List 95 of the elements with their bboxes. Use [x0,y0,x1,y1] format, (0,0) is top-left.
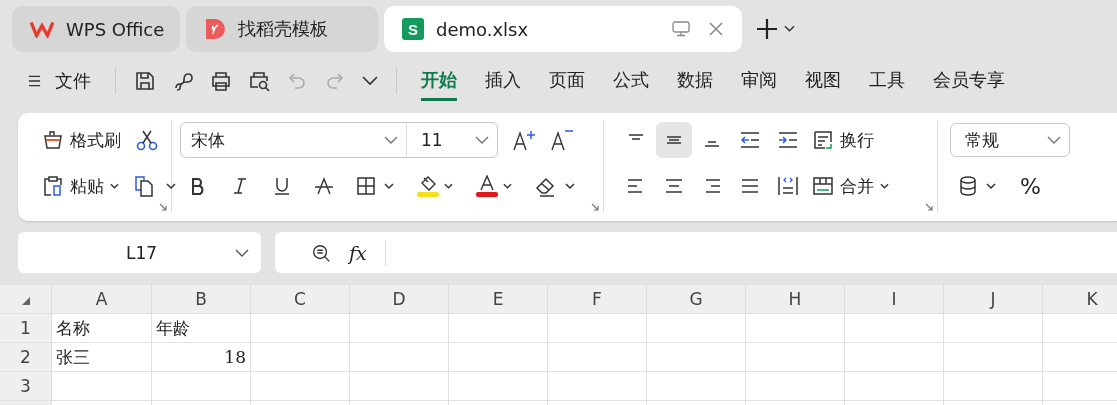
ribbon-tab[interactable]: 工具 [869,61,905,101]
align-lines-icon [705,179,721,193]
align-lines-icon [666,136,682,144]
align-lines-icon [627,179,643,193]
ribbon-tab[interactable]: 开始 [421,61,457,101]
column-header[interactable]: A [51,285,151,313]
ribbon-tab[interactable]: 公式 [613,61,649,101]
align-lines-icon [740,132,760,148]
number-format-dropdown[interactable]: 常规 [950,123,1070,157]
chevron-down-icon [235,248,249,257]
dialog-launcher-icon[interactable] [925,203,933,211]
chevron-down-icon[interactable] [784,25,795,33]
wrap-text-icon [812,129,834,151]
column-header[interactable]: H [745,285,844,313]
column-header[interactable]: D [349,285,448,313]
caret-icon [110,183,119,189]
triangle-icon[interactable] [21,297,30,305]
wrap-text-button[interactable]: 换行 [812,128,874,152]
decrease-font-size-icon[interactable] [550,129,574,151]
monitor-icon[interactable] [672,21,690,37]
app-tab[interactable]: 找稻壳模板 [186,6,378,52]
column-header[interactable]: J [943,285,1042,313]
font-name-dropdown[interactable]: 宋体 [181,123,407,157]
dialog-launcher-icon[interactable] [159,203,167,211]
row-header[interactable]: 1 [0,314,51,342]
align-lines-icon [628,134,644,140]
percent-button[interactable]: % [1020,173,1041,199]
align-lines-icon [778,132,798,148]
paint-bucket-icon [416,175,440,197]
eraser-icon[interactable] [534,175,576,197]
font-size-dropdown[interactable]: 11 [407,123,497,157]
align-lines-icon [704,141,720,147]
cell-text: 张三 [56,347,90,367]
caret-icon [444,183,453,189]
name-box[interactable]: L17 [18,232,261,273]
ribbon-tab[interactable]: 数据 [677,61,713,101]
chevron-down-icon [1047,136,1061,144]
underline-icon[interactable] [272,176,292,196]
font-color-button[interactable] [475,175,512,197]
align-lines-icon [778,176,798,196]
column-header[interactable]: B [151,285,250,313]
paste-button[interactable]: 粘贴 [42,174,119,198]
increase-font-size-icon[interactable] [512,129,536,151]
column-header[interactable]: G [646,285,745,313]
ribbon-tab[interactable]: 会员专享 [933,61,1005,101]
ribbon-tab[interactable]: 视图 [805,61,841,101]
copy-icon[interactable] [133,175,177,197]
font-color-icon [475,175,499,197]
ribbon-tab[interactable]: 页面 [549,61,585,101]
merge-cells-icon [812,175,834,197]
function-button[interactable]: fx [349,241,367,264]
chevron-down-icon [475,136,489,144]
column-header[interactable]: C [250,285,349,313]
row-header[interactable]: 2 [0,343,51,371]
format-painter-button[interactable]: 格式刷 [42,128,121,152]
save-icon[interactable] [134,70,156,92]
dialog-launcher-icon[interactable] [591,203,599,211]
row-header[interactable]: 3 [0,372,51,400]
align-lines-icon [665,179,683,193]
cell-text: 名称 [56,318,90,338]
leaf-logo-icon [204,18,226,40]
borders-icon[interactable] [356,176,394,196]
print-preview-icon[interactable] [248,70,270,92]
fill-color-button[interactable] [416,175,453,197]
menu-icon[interactable] [28,74,41,88]
column-header[interactable]: I [844,285,943,313]
ribbon-tab[interactable]: 审阅 [741,61,777,101]
app-tab[interactable]: S demo.xlsx [384,6,742,52]
scissors-icon[interactable] [135,129,159,151]
app-tab[interactable]: WPS Office [12,6,180,52]
printer-icon[interactable] [210,70,232,92]
clipboard-icon [42,175,64,197]
spreadsheet-logo-icon: S [402,18,424,40]
column-header[interactable]: F [547,285,646,313]
close-icon[interactable] [708,21,724,37]
merge-cells-button[interactable]: 合并 [812,174,889,198]
chevron-down-icon[interactable] [362,76,378,86]
new-tab-icon[interactable] [756,18,778,40]
paint-bucket-icon [42,129,64,151]
strikethrough-icon[interactable] [314,176,334,196]
cell-text: 年龄 [156,318,190,338]
caret-icon [503,183,512,189]
cell-text: 18 [224,347,246,367]
chevron-down-icon [384,136,398,144]
alignment-button[interactable] [656,122,692,158]
column-header[interactable]: E [448,285,547,313]
zoom-out-icon[interactable] [311,242,331,263]
curve-icon[interactable] [172,70,194,92]
database-icon[interactable] [958,175,998,197]
align-lines-icon [741,179,759,193]
file-menu[interactable]: 文件 [55,69,91,93]
ribbon-tab[interactable]: 插入 [485,61,521,101]
w-logo-icon [30,20,54,38]
caret-icon [880,183,889,189]
column-header[interactable]: K [1042,285,1117,313]
